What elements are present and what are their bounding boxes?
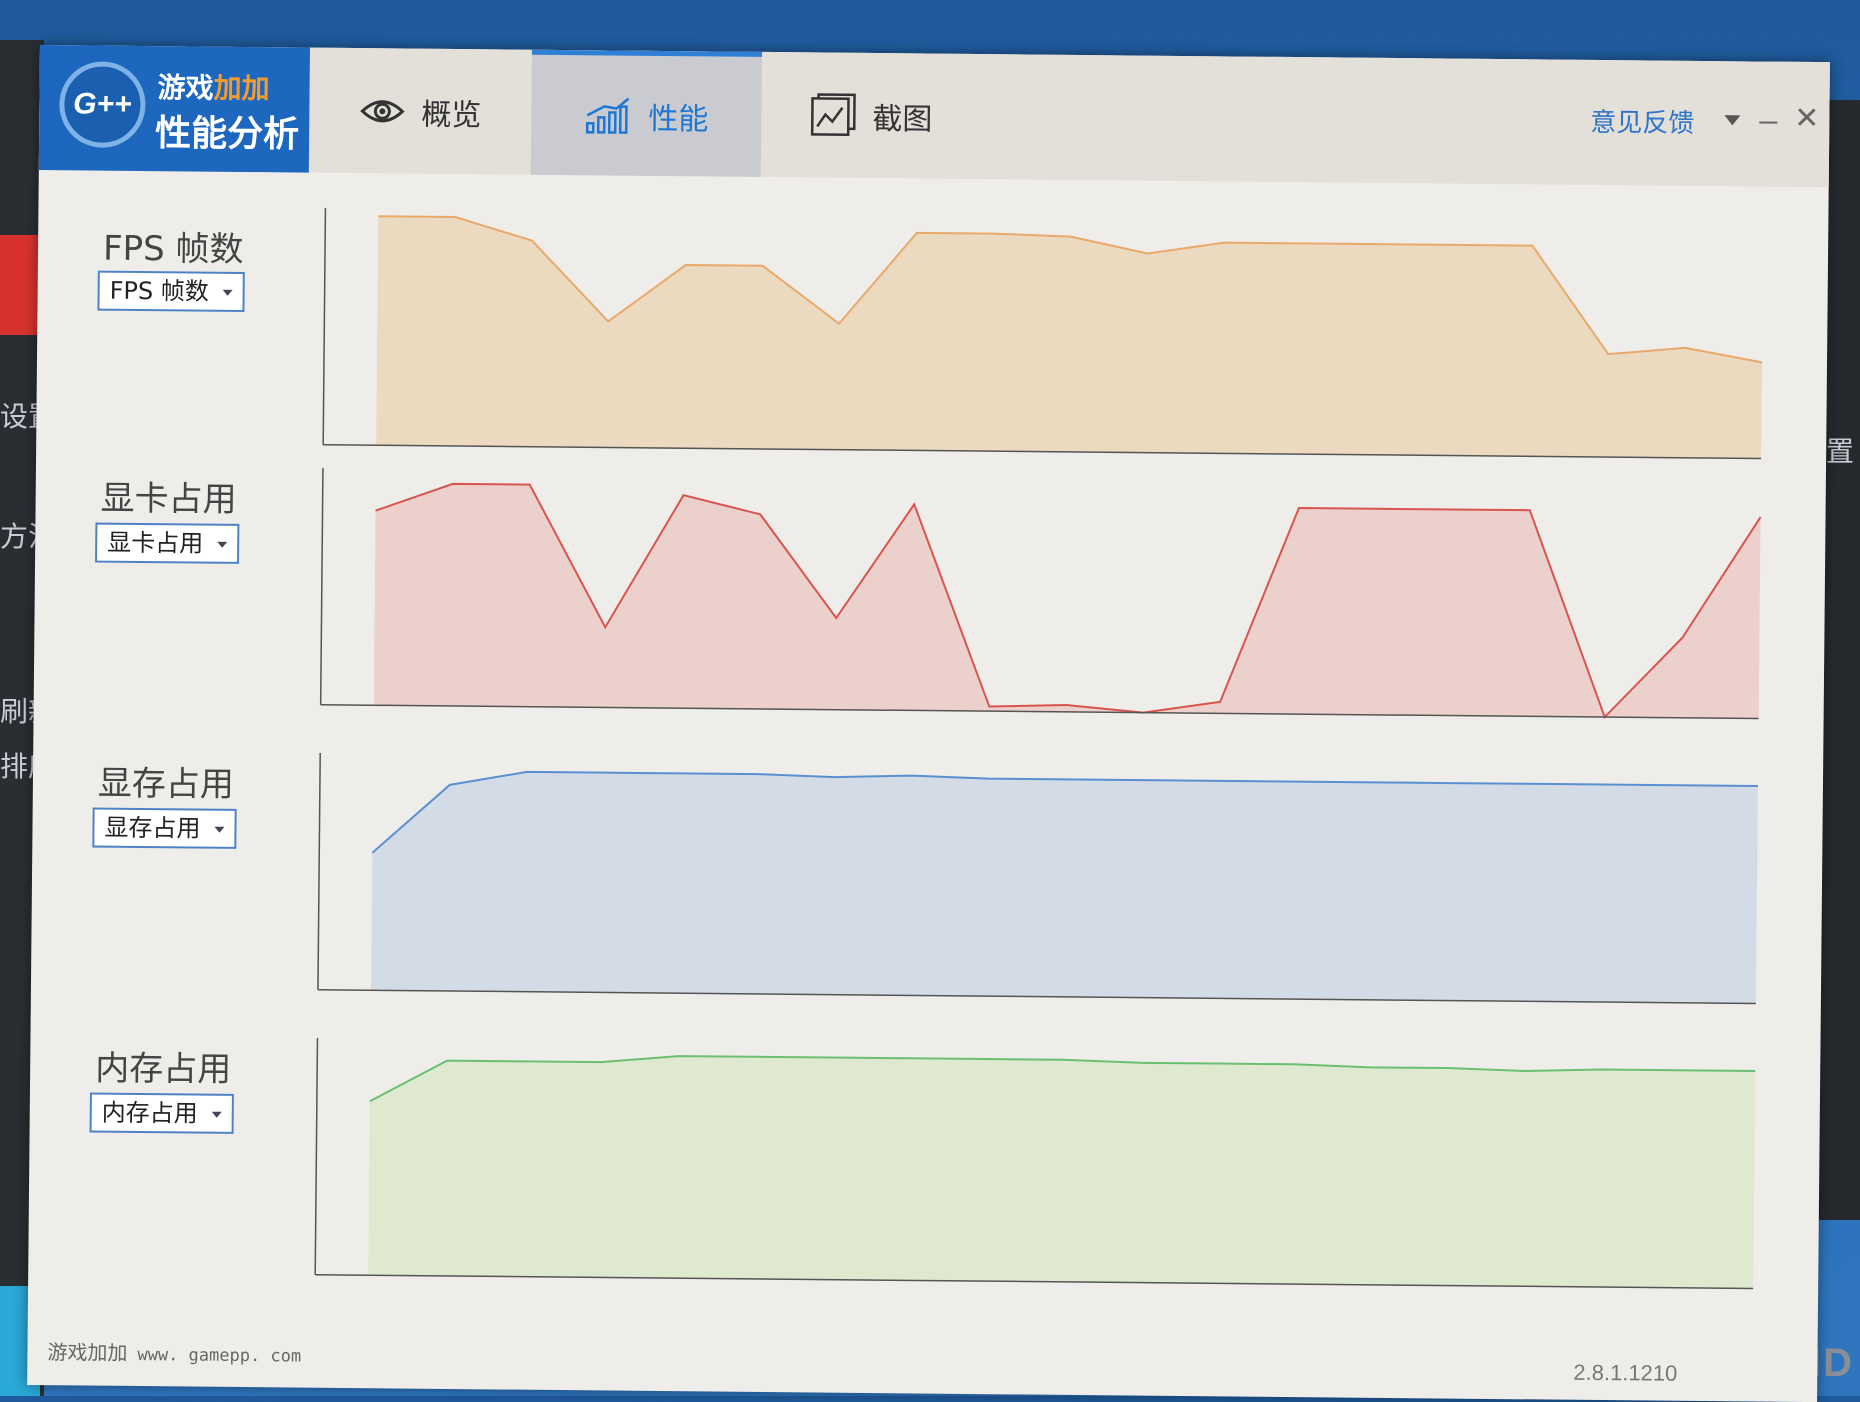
- footer-brand: 游戏加加 www. gamepp. com: [47, 1336, 301, 1367]
- dropdown-menu-icon[interactable]: [1723, 111, 1741, 130]
- metric-vram-usage: 显存占用 显存占用: [33, 745, 1823, 1005]
- logo-badge-icon: G++: [59, 61, 146, 149]
- performance-panel: FPS 帧数 FPS 帧数 显卡占用 显卡占用 显存占用 显存占用 内存占用 内…: [28, 170, 1829, 1342]
- metric-select[interactable]: 显卡占用: [95, 522, 240, 564]
- logo-subtitle: 性能分析: [154, 113, 300, 156]
- chart-area: [373, 483, 1761, 719]
- eye-icon: [359, 96, 405, 126]
- metric-select[interactable]: FPS 帧数: [97, 270, 245, 312]
- metric-select[interactable]: 内存占用: [89, 1092, 234, 1134]
- metric-title: FPS 帧数: [102, 228, 244, 270]
- metric-title: 内存占用: [94, 1048, 232, 1090]
- title-bar: G++ 游戏加加 性能分析 概览 性能 截图 意见反馈 ✕: [38, 45, 1830, 188]
- fps-chart: [321, 207, 1773, 467]
- app-logo: G++ 游戏加加 性能分析: [38, 45, 310, 173]
- ram-usage-chart: [313, 1037, 1765, 1297]
- app-window: G++ 游戏加加 性能分析 概览 性能 截图 意见反馈 ✕ FPS 帧数 FPS…: [27, 45, 1830, 1402]
- tab-label: 性能: [648, 101, 709, 138]
- minimize-icon[interactable]: [1755, 107, 1781, 131]
- footer-url[interactable]: www. gamepp. com: [137, 1345, 301, 1367]
- metric-ram-usage: 内存占用 内存占用: [31, 1030, 1821, 1290]
- close-icon[interactable]: ✕: [1794, 101, 1819, 136]
- gpu-usage-chart: [319, 467, 1771, 727]
- tab-performance[interactable]: 性能: [530, 49, 762, 177]
- metric-select[interactable]: 显存占用: [92, 807, 237, 849]
- tab-screenshot[interactable]: 截图: [761, 52, 982, 179]
- logo-title: 游戏加加: [157, 71, 270, 106]
- picture-icon: [810, 92, 856, 138]
- chart-y-axis: [322, 207, 327, 445]
- chart-area: [368, 1056, 1756, 1289]
- version-label: 2.8.1.1210: [1573, 1359, 1678, 1386]
- chart-area: [370, 771, 1758, 1004]
- tab-label: 概览: [421, 97, 482, 133]
- tab-overview[interactable]: 概览: [309, 48, 532, 175]
- vram-usage-chart: [316, 752, 1768, 1012]
- footer-brand-name: 游戏加加: [47, 1340, 128, 1365]
- feedback-link[interactable]: 意见反馈: [1590, 102, 1694, 140]
- bar-chart-icon: [584, 95, 632, 135]
- chart-area: [376, 216, 1763, 459]
- tab-label: 截图: [872, 101, 933, 138]
- desktop-side-label: 置: [1826, 435, 1855, 468]
- chart-y-axis: [317, 752, 321, 990]
- chart-y-axis: [314, 1037, 319, 1275]
- chart-y-axis: [319, 467, 324, 705]
- metric-title: 显卡占用: [100, 478, 237, 520]
- metric-title: 显存占用: [97, 763, 235, 805]
